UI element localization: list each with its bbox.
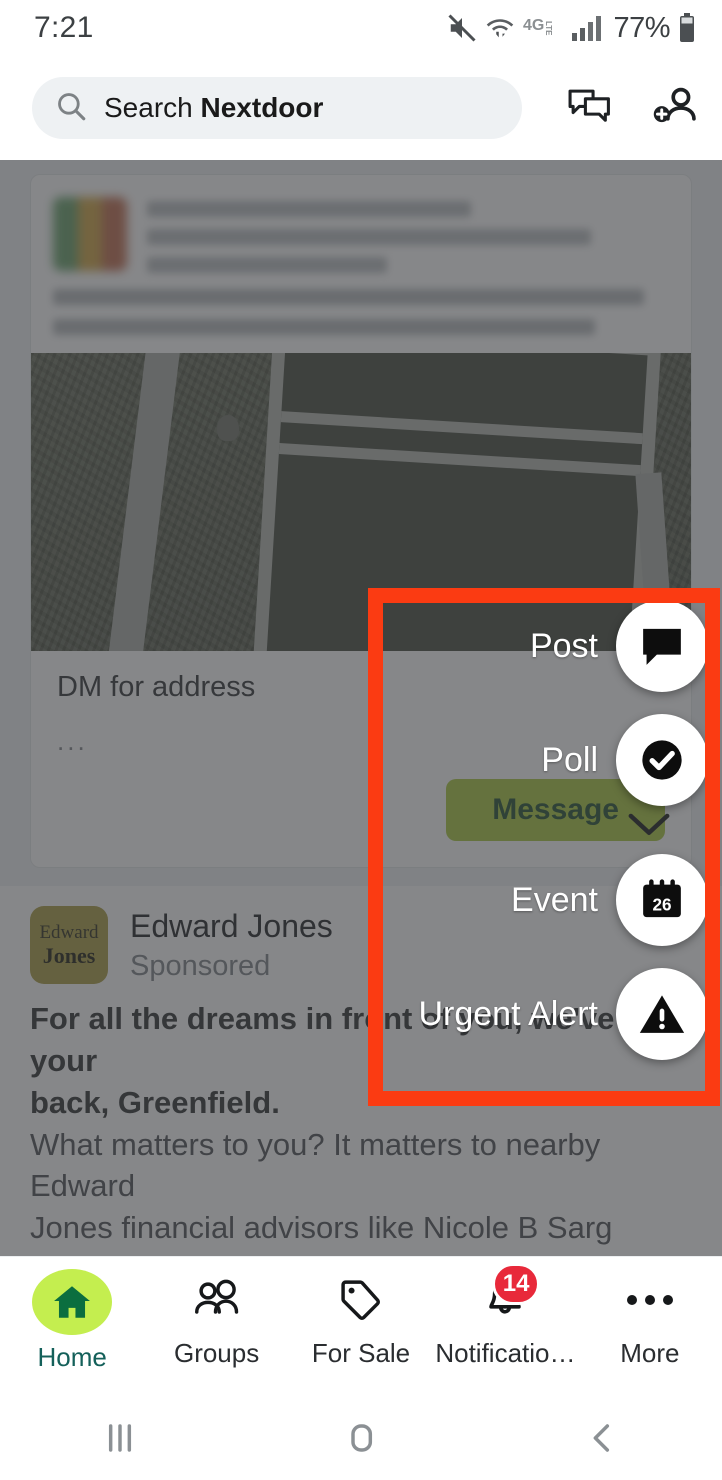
- fab-item-event[interactable]: Event 26: [418, 854, 708, 946]
- speech-bubble-icon[interactable]: [616, 600, 708, 692]
- fab-label-event: Event: [511, 880, 598, 919]
- edward-jones-logo: Edward Jones: [30, 906, 108, 984]
- nav-item-groups[interactable]: Groups: [144, 1269, 288, 1369]
- chat-bubbles-icon[interactable]: [566, 84, 614, 132]
- nav-label-groups: Groups: [173, 1338, 260, 1368]
- nav-item-home[interactable]: Home: [0, 1269, 144, 1373]
- groups-icon: [180, 1269, 254, 1331]
- sponsored-label: Sponsored: [130, 950, 271, 982]
- recents-icon[interactable]: [0, 1420, 241, 1456]
- mute-icon: [447, 13, 477, 43]
- svg-text:LTE: LTE: [544, 21, 553, 36]
- fab-label-post: Post: [529, 626, 598, 665]
- redacted-author-lines: [147, 197, 669, 273]
- fab-label-urgent-alert: Urgent Alert: [418, 994, 598, 1033]
- chevron-down-icon[interactable]: [628, 812, 670, 843]
- calendar-icon[interactable]: 26: [616, 854, 708, 946]
- price-tag-icon: [324, 1269, 398, 1331]
- nav-item-for-sale[interactable]: For Sale: [289, 1269, 433, 1369]
- nav-label-home: Home: [37, 1342, 107, 1372]
- app-header: Search Nextdoor: [0, 56, 722, 160]
- search-input[interactable]: Search Nextdoor: [32, 77, 522, 139]
- phone-screen: 7:21 4G LTE 77% Search Nextdoor DM for a…: [0, 0, 722, 1480]
- nav-item-more[interactable]: More: [578, 1269, 722, 1369]
- fab-item-post[interactable]: Post: [418, 600, 708, 692]
- sponsored-author-meta: Edward Jones Sponsored: [130, 906, 333, 983]
- notification-badge: 14: [491, 1263, 541, 1305]
- nav-label-notifications: Notificatio…: [435, 1338, 576, 1368]
- wifi-icon: [485, 13, 515, 43]
- add-person-icon[interactable]: [650, 84, 698, 132]
- status-clock: 7:21: [34, 11, 94, 44]
- fab-label-poll: Poll: [541, 740, 598, 779]
- compose-fab-menu: Post Poll Event 26 Urgent Alert: [418, 600, 708, 1082]
- status-bar: 7:21 4G LTE 77%: [0, 0, 722, 56]
- search-icon: [54, 89, 88, 128]
- svg-text:26: 26: [652, 894, 671, 914]
- home-square-icon[interactable]: [241, 1420, 482, 1456]
- bell-icon: 14: [468, 1263, 542, 1331]
- svg-text:4G: 4G: [523, 17, 544, 34]
- back-chevron-icon[interactable]: [481, 1420, 722, 1456]
- battery-percent: 77%: [613, 11, 670, 44]
- signal-bars-icon: [571, 14, 603, 42]
- home-icon: [32, 1269, 113, 1335]
- fab-item-urgent-alert[interactable]: Urgent Alert: [418, 968, 708, 1060]
- avatar: [53, 197, 127, 271]
- system-navigation-bar: [0, 1395, 722, 1480]
- sponsor-name: Edward Jones: [130, 908, 333, 944]
- nav-label-for-sale: For Sale: [311, 1338, 411, 1368]
- header-actions: [536, 84, 698, 132]
- more-dots-icon: [613, 1269, 687, 1331]
- redacted-body-lines: [31, 273, 691, 335]
- fab-item-poll[interactable]: Poll: [418, 714, 708, 806]
- post-author-row-redacted: [31, 175, 691, 273]
- nav-label-more: More: [620, 1338, 680, 1368]
- bottom-navigation: Home Groups For Sale 14 Notificatio… Mor…: [0, 1256, 722, 1395]
- status-icons: 4G LTE 77%: [447, 12, 696, 45]
- warning-triangle-icon[interactable]: [616, 968, 708, 1060]
- nav-item-notifications[interactable]: 14 Notificatio…: [433, 1263, 577, 1369]
- search-placeholder: Search Nextdoor: [104, 92, 324, 123]
- battery-icon: [678, 13, 696, 43]
- network-4g-icon: 4G LTE: [523, 13, 563, 43]
- check-circle-icon[interactable]: [616, 714, 708, 806]
